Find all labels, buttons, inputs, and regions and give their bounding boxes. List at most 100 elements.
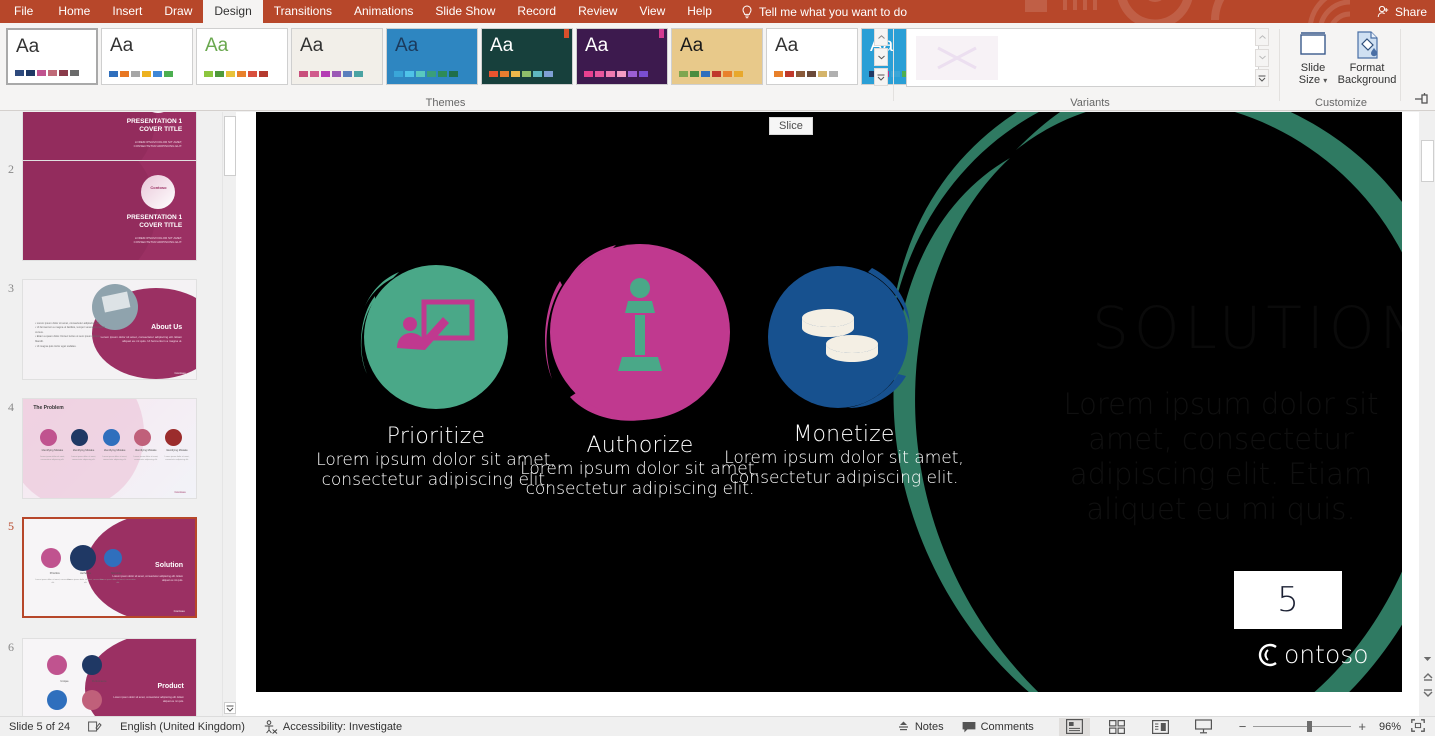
spell-check-icon bbox=[88, 720, 102, 733]
variants-scroll-up-button[interactable] bbox=[1255, 28, 1269, 46]
tab-design[interactable]: Design bbox=[203, 0, 262, 23]
themes-gallery-scrollbar[interactable] bbox=[874, 28, 888, 86]
tab-insert[interactable]: Insert bbox=[101, 0, 153, 23]
scroll-down-arrow-button[interactable] bbox=[1421, 652, 1434, 666]
fit-slide-to-window-button[interactable] bbox=[1409, 719, 1435, 735]
variants-gallery[interactable] bbox=[906, 28, 1259, 87]
tab-view[interactable]: View bbox=[628, 0, 676, 23]
tab-slide-show[interactable]: Slide Show bbox=[424, 0, 506, 23]
theme-color-swatches bbox=[204, 71, 268, 77]
theme-preview-text: Aa bbox=[585, 36, 608, 55]
customize-group: Slide Size ▾ Format Background Customize bbox=[1285, 23, 1397, 111]
slide-size-button[interactable]: Slide Size ▾ bbox=[1287, 28, 1339, 92]
slide-show-view-button[interactable] bbox=[1188, 718, 1219, 736]
tab-draw[interactable]: Draw bbox=[153, 0, 203, 23]
slide-thumbnail-preview[interactable]: Contoso PRESENTATION 1COVER TITLE LOREM … bbox=[22, 112, 197, 165]
tab-review[interactable]: Review bbox=[567, 0, 628, 23]
tab-help[interactable]: Help bbox=[676, 0, 723, 23]
slide-sorter-view-button[interactable] bbox=[1102, 718, 1133, 736]
slide-thumbnail-preview[interactable]: About Us Lorem ipsum dolor sit amet, con… bbox=[22, 279, 197, 380]
slide-panel-scroll-thumb[interactable] bbox=[224, 116, 236, 176]
themes-more-button[interactable] bbox=[874, 68, 888, 86]
tell-me-search[interactable]: Tell me what you want to do bbox=[741, 5, 907, 19]
theme-color-swatches bbox=[109, 71, 173, 77]
theme-color-swatches bbox=[299, 71, 363, 77]
themes-gallery[interactable]: AaAaAaAaAaAaAaAaAaAa bbox=[6, 28, 881, 87]
theme-facet-theme[interactable]: Aa bbox=[196, 28, 288, 85]
chevron-down-icon[interactable]: ▾ bbox=[1323, 76, 1327, 85]
tab-record[interactable]: Record bbox=[506, 0, 567, 23]
slide-panel-more-button[interactable] bbox=[224, 702, 236, 714]
theme-ion-boardroom-theme[interactable]: Aa bbox=[481, 28, 573, 85]
theme-badge-theme[interactable]: Aa bbox=[766, 28, 858, 85]
slide-thumbnail-item[interactable]: 2 Contoso PRESENTATION 1COVER TITLE LORE… bbox=[0, 160, 197, 261]
slide-counter[interactable]: Slide 5 of 24 bbox=[0, 721, 79, 733]
slide-canvas[interactable]: Prioritize Lorem ipsum dolor sit amet, c… bbox=[256, 112, 1402, 692]
contoso-logo-text: ontoso bbox=[1284, 640, 1369, 669]
comments-button[interactable]: Comments bbox=[953, 721, 1043, 733]
ribbon-body: AaAaAaAaAaAaAaAaAaAa Themes bbox=[0, 23, 1435, 111]
slide-thumbnail-item[interactable]: 5 Prioritize Authorize Monetize Lorem ip… bbox=[0, 517, 197, 618]
theme-office-theme[interactable]: Aa bbox=[6, 28, 98, 85]
theme-berlin-theme[interactable]: Aa bbox=[101, 28, 193, 85]
zoom-in-button[interactable]: + bbox=[1358, 719, 1366, 734]
slide-sorter-icon bbox=[1109, 720, 1125, 734]
tab-transitions[interactable]: Transitions bbox=[263, 0, 343, 23]
notes-button[interactable]: Notes bbox=[888, 721, 953, 733]
slide-area-scrollbar[interactable] bbox=[1419, 112, 1435, 716]
slide-number-box: 5 bbox=[1234, 571, 1342, 629]
share-button[interactable]: Share bbox=[1377, 0, 1427, 23]
slide-panel-scrollbar[interactable] bbox=[222, 112, 236, 716]
slide-thumbnail-preview[interactable]: Unique Performance Product Lorem ipsum d… bbox=[22, 638, 197, 716]
variants-more-button[interactable] bbox=[1255, 69, 1269, 87]
variants-scroll-down-button[interactable] bbox=[1255, 49, 1269, 67]
authorize-circle-shape bbox=[542, 243, 738, 421]
slide-thumbnail-preview[interactable]: Prioritize Authorize Monetize Lorem ipsu… bbox=[22, 517, 197, 618]
themes-scroll-down-button[interactable] bbox=[874, 48, 888, 66]
pin-ribbon-icon[interactable] bbox=[1414, 92, 1428, 106]
tab-animations[interactable]: Animations bbox=[343, 0, 424, 23]
monetize-circle-shape bbox=[768, 264, 920, 410]
previous-slide-button[interactable] bbox=[1421, 670, 1434, 684]
zoom-thumb[interactable] bbox=[1307, 721, 1312, 732]
theme-preview-text: Aa bbox=[775, 36, 798, 55]
reading-view-button[interactable] bbox=[1145, 718, 1176, 736]
slide-thumbnail-item[interactable]: 3 About Us Lorem ipsum dolor sit amet, c… bbox=[0, 279, 197, 380]
spell-check-button[interactable] bbox=[79, 720, 111, 733]
zoom-out-button[interactable]: − bbox=[1239, 719, 1247, 734]
themes-scroll-up-button[interactable] bbox=[874, 28, 888, 46]
slide-thumbnail-panel[interactable]: 1 Contoso PRESENTATION 1COVER TITLE LORE… bbox=[0, 112, 222, 716]
slide-thumbnail-item[interactable]: 6 Unique Performance Product Lorem ipsum… bbox=[0, 638, 197, 716]
tab-file[interactable]: File bbox=[0, 0, 47, 23]
tab-home[interactable]: Home bbox=[47, 0, 101, 23]
variant-item[interactable] bbox=[916, 36, 998, 80]
accessibility-status[interactable]: Accessibility: Investigate bbox=[254, 720, 411, 734]
customize-group-label: Customize bbox=[1285, 97, 1397, 109]
variant-placeholder-icon bbox=[916, 36, 998, 80]
group-divider bbox=[893, 29, 894, 101]
theme-quotable-theme[interactable]: Aa bbox=[576, 28, 668, 85]
comments-label: Comments bbox=[981, 721, 1034, 733]
theme-wisp-theme[interactable]: Aa bbox=[291, 28, 383, 85]
slide-area-scroll-thumb[interactable] bbox=[1421, 140, 1434, 182]
language-indicator[interactable]: English (United Kingdom) bbox=[111, 721, 254, 733]
normal-view-button[interactable] bbox=[1059, 718, 1090, 736]
slide-thumbnail-preview[interactable]: The Problem Identifying Mistake Lorem ip… bbox=[22, 398, 197, 499]
zoom-track[interactable] bbox=[1253, 726, 1351, 727]
slide-body-text[interactable]: Lorem ipsum dolor sit amet, consectetur … bbox=[1046, 387, 1396, 527]
variants-scrollbar[interactable] bbox=[1255, 28, 1269, 87]
zoom-level-label[interactable]: 96% bbox=[1373, 721, 1401, 733]
zoom-slider[interactable]: − + 96% bbox=[1231, 719, 1409, 734]
slide-thumbnail-preview[interactable]: Contoso PRESENTATION 1COVER TITLE LOREM … bbox=[22, 160, 197, 261]
share-person-icon bbox=[1377, 5, 1390, 18]
slide-thumbnail-item[interactable]: 1 Contoso PRESENTATION 1COVER TITLE LORE… bbox=[0, 112, 197, 165]
format-background-button[interactable]: Format Background bbox=[1337, 28, 1397, 92]
next-slide-button[interactable] bbox=[1421, 686, 1434, 700]
normal-view-icon bbox=[1066, 719, 1083, 734]
theme-droplet-theme[interactable]: Aa bbox=[386, 28, 478, 85]
feature-column-monetize[interactable]: Monetize Lorem ipsum dolor sit amet, con… bbox=[716, 264, 972, 488]
theme-wood-type-theme[interactable]: Aa bbox=[671, 28, 763, 85]
accessibility-icon bbox=[263, 720, 278, 734]
slide-thumbnail-item[interactable]: 4 The Problem Identifying Mistake Lorem … bbox=[0, 398, 197, 499]
slide-heading[interactable]: SOLUTION bbox=[1092, 294, 1392, 362]
